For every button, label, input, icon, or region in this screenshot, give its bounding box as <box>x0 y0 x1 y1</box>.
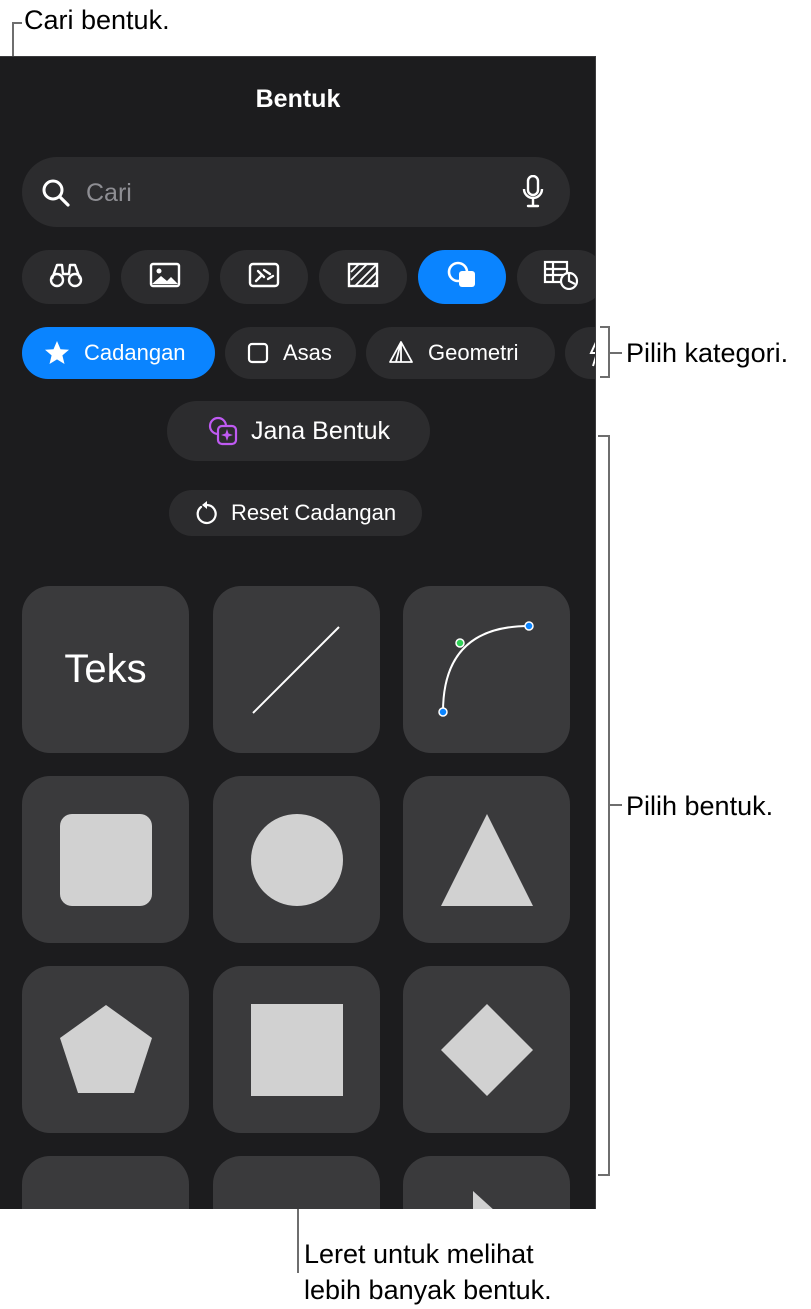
category-bracket-pointer <box>608 352 622 354</box>
search-callout-tick <box>12 22 22 24</box>
category-bracket-bottom <box>600 376 610 378</box>
generate-shape-label: Jana Bentuk <box>251 416 390 445</box>
shape-tile-square[interactable] <box>213 966 380 1133</box>
tab-tables-charts[interactable] <box>517 250 595 304</box>
tab-shapes[interactable] <box>418 250 506 304</box>
category-label: Asas <box>283 340 332 365</box>
shape-tile-partial-1[interactable] <box>22 1156 189 1209</box>
reset-icon <box>196 501 217 525</box>
tab-stickers[interactable] <box>220 250 308 304</box>
square-icon <box>250 1003 343 1096</box>
shapes-panel: Bentuk Cari Cadangan Asas Geometri Jana … <box>0 56 596 1209</box>
curve-icon <box>438 621 534 717</box>
square-outline-icon <box>247 342 269 364</box>
reset-suggestions-button[interactable]: Reset Cadangan <box>169 490 422 536</box>
triangle-icon <box>440 813 533 906</box>
tab-photos[interactable] <box>121 250 209 304</box>
pyramid-icon <box>389 341 413 363</box>
shape-tile-diamond[interactable] <box>403 966 570 1133</box>
category-asas[interactable]: Asas <box>225 327 356 379</box>
annotation-scroll-line2: lebih banyak bentuk. <box>304 1275 552 1305</box>
tab-textures[interactable] <box>319 250 407 304</box>
category-next[interactable] <box>565 327 595 379</box>
shape-tile-text[interactable]: Teks <box>22 586 189 753</box>
search-icon <box>40 177 72 214</box>
shape-tile-pentagon[interactable] <box>22 966 189 1133</box>
category-label: Cadangan <box>84 340 186 365</box>
shape-tile-partial-2[interactable] <box>213 1156 380 1209</box>
annotation-search: Cari bentuk. <box>24 5 170 35</box>
category-bracket-top <box>600 326 610 328</box>
annotation-shapes: Pilih bentuk. <box>626 791 774 821</box>
line-icon <box>252 626 340 714</box>
binoculars-icon <box>49 262 83 293</box>
shapes-bracket-pointer <box>608 804 622 806</box>
table-chart-icon <box>543 260 579 295</box>
texture-icon <box>347 262 379 293</box>
microphone-icon[interactable] <box>522 174 544 214</box>
shape-tile-curve[interactable] <box>403 586 570 753</box>
generate-shape-icon <box>208 416 238 446</box>
star-icon <box>45 341 69 364</box>
shape-tile-circle[interactable] <box>213 776 380 943</box>
shape-tile-rounded-square[interactable] <box>22 776 189 943</box>
shape-tile-partial-3[interactable] <box>403 1156 570 1209</box>
annotation-scroll-line1: Leret untuk melihat <box>304 1239 534 1269</box>
tab-binoculars[interactable] <box>22 250 110 304</box>
pentagon-icon <box>59 1004 152 1093</box>
shapes-icon <box>446 260 478 295</box>
category-label: Geometri <box>428 340 519 365</box>
panel-title: Bentuk <box>255 85 341 113</box>
search-field[interactable] <box>22 157 570 227</box>
generate-shape-button[interactable]: Jana Bentuk <box>167 401 430 461</box>
text-tile-label: Teks <box>64 647 147 691</box>
search-input[interactable] <box>84 171 508 215</box>
shapes-bracket-top <box>598 435 610 437</box>
circle-icon <box>250 813 343 906</box>
category-cadangan[interactable]: Cadangan <box>22 327 215 379</box>
shapes-bracket-bottom <box>598 1174 610 1176</box>
category-geometri[interactable]: Geometri <box>366 327 555 379</box>
reset-suggestions-label: Reset Cadangan <box>230 500 397 525</box>
diamond-icon <box>440 1003 533 1096</box>
shape-tile-triangle[interactable] <box>403 776 570 943</box>
rounded-square-icon <box>59 813 152 906</box>
right-triangle-icon <box>473 1191 493 1209</box>
photo-icon <box>149 262 181 293</box>
annotation-category: Pilih kategori. <box>626 338 789 368</box>
sticker-icon <box>248 262 280 293</box>
lightning-icon <box>589 341 595 367</box>
shape-tile-line[interactable] <box>213 586 380 753</box>
